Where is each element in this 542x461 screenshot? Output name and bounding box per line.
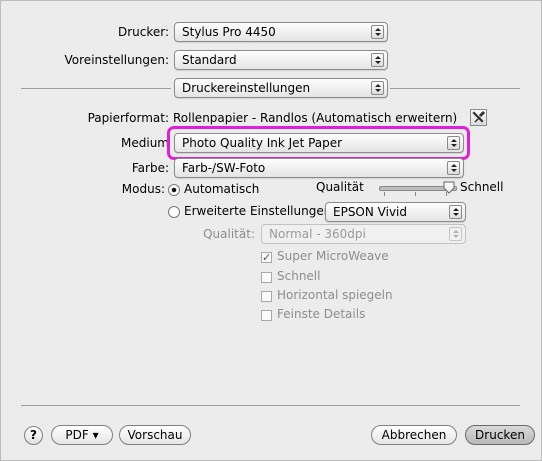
mode-advanced-radio[interactable] — [168, 206, 180, 218]
presets-popup[interactable]: Standard — [174, 50, 388, 70]
popup-arrows-icon — [449, 205, 462, 219]
color-label: Farbe: — [131, 161, 169, 175]
quality-value: Normal - 360dpi — [269, 227, 366, 241]
slider-tick — [415, 192, 416, 196]
panel-value: Druckereinstellungen — [182, 81, 311, 95]
presets-label: Voreinstellungen: — [64, 53, 169, 67]
printer-label: Drucker: — [117, 25, 169, 39]
advanced-mode-value: EPSON Vivid — [333, 205, 408, 219]
presets-value: Standard — [182, 53, 237, 67]
option-checkbox-finest-detail[interactable] — [261, 310, 272, 321]
preview-button[interactable]: Vorschau — [119, 425, 191, 445]
printer-popup[interactable]: Stylus Pro 4450 — [174, 22, 388, 42]
slider-tick — [384, 192, 385, 196]
option-label-finest-detail: Feinste Details — [277, 307, 366, 321]
popup-arrows-icon — [371, 25, 384, 39]
print-button[interactable]: Drucken — [465, 425, 535, 445]
slider-thumb[interactable] — [443, 181, 455, 195]
color-value: Farb-/SW-Foto — [182, 161, 266, 175]
option-checkbox-horizontal-mirror[interactable] — [261, 291, 272, 302]
panel-popup[interactable]: Druckereinstellungen — [174, 78, 388, 98]
mode-auto-label: Automatisch — [184, 182, 260, 196]
option-checkbox-super-microweave[interactable]: ✓ — [261, 252, 272, 263]
printer-value: Stylus Pro 4450 — [182, 25, 276, 39]
cancel-button[interactable]: Abbrechen — [371, 425, 457, 445]
option-label-schnell: Schnell — [277, 269, 321, 283]
color-popup[interactable]: Farb-/SW-Foto — [174, 158, 464, 178]
popup-arrows-icon — [371, 81, 384, 95]
tools-icon — [472, 110, 486, 123]
mode-advanced-label: Erweiterte Einstellungen — [184, 204, 332, 218]
media-highlight — [167, 126, 470, 160]
quality-slider[interactable] — [379, 181, 459, 197]
print-dialog: Drucker: Stylus Pro 4450 Voreinstellunge… — [0, 0, 542, 461]
separator-right — [390, 88, 520, 89]
separator-left — [21, 88, 171, 89]
paper-size-label: Papierformat: — [87, 111, 169, 125]
mode-auto-radio[interactable] — [168, 184, 180, 196]
option-label-super-microweave: Super MicroWeave — [277, 249, 389, 263]
paper-size-value: Rollenpapier - Randlos (Automatisch erwe… — [173, 111, 458, 125]
popup-arrows-icon — [371, 53, 384, 67]
quality-popup[interactable]: Normal - 360dpi — [261, 224, 466, 244]
option-checkbox-schnell[interactable] — [261, 272, 272, 283]
footer-separator — [21, 405, 520, 406]
quality-label: Qualität: — [203, 227, 255, 241]
media-label: Medium — [121, 136, 169, 150]
help-button[interactable]: ? — [24, 426, 43, 445]
quality-slider-label: Qualität — [316, 180, 364, 194]
popup-arrows-icon — [449, 227, 462, 241]
advanced-mode-popup[interactable]: EPSON Vivid — [325, 202, 466, 222]
paper-settings-button[interactable] — [470, 109, 487, 126]
quality-slider-end-label: Schnell — [460, 180, 504, 194]
pdf-button[interactable]: PDF ▾ — [51, 425, 113, 445]
mode-label: Modus: — [121, 182, 165, 196]
option-label-horizontal-mirror: Horizontal spiegeln — [277, 288, 393, 302]
popup-arrows-icon — [447, 161, 460, 175]
